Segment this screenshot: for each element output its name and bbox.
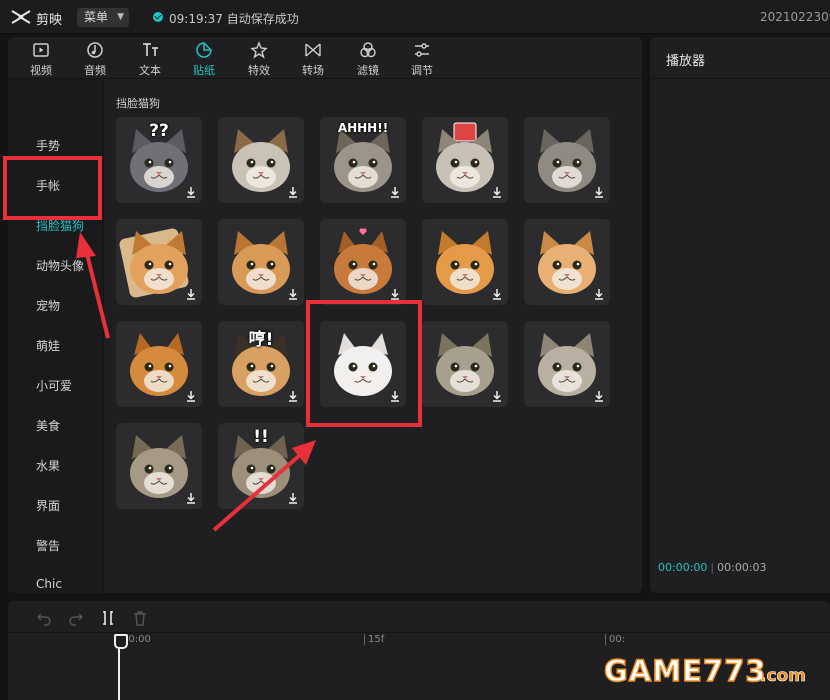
tab-effects[interactable]: 特效	[234, 40, 284, 78]
sticker-tile[interactable]	[524, 117, 610, 203]
sticker-tile[interactable]	[218, 117, 304, 203]
download-icon[interactable]	[592, 185, 606, 199]
sidebar-item-category[interactable]: 动物头像	[36, 257, 84, 274]
sticker-tile[interactable]	[422, 219, 508, 305]
download-icon[interactable]	[286, 287, 300, 301]
sticker-tile[interactable]	[218, 219, 304, 305]
text-icon	[143, 43, 158, 56]
watermark-domain: .com	[760, 666, 807, 687]
split-icon[interactable]	[100, 610, 116, 626]
undo-icon[interactable]	[36, 610, 52, 626]
sticker-tile[interactable]	[524, 219, 610, 305]
download-icon[interactable]	[490, 287, 504, 301]
download-icon[interactable]	[184, 185, 198, 199]
tab-label: 视频	[30, 64, 52, 77]
download-icon[interactable]	[388, 287, 402, 301]
check-circle-icon	[153, 12, 163, 22]
chevron-down-icon: ▼	[117, 12, 124, 22]
delete-icon[interactable]	[132, 610, 148, 626]
tab-label: 特效	[248, 64, 270, 77]
download-icon[interactable]	[286, 185, 300, 199]
tab-label: 转场	[302, 64, 324, 77]
download-icon[interactable]	[184, 389, 198, 403]
sticker-tile[interactable]	[116, 321, 202, 407]
sticker-tile[interactable]	[422, 321, 508, 407]
autosave-status: 09:19:37 自动保存成功	[169, 12, 299, 26]
sticker-caption: 哼!	[248, 330, 274, 350]
title-bar: 剪映 菜单 ▼ 09:19:37 自动保存成功 2021022309	[0, 0, 830, 34]
player-panel: 播放器 00:00:00 | 00:00:03	[650, 37, 830, 593]
sidebar-item-category[interactable]: 界面	[36, 497, 60, 514]
tab-sticker[interactable]: 贴纸	[179, 40, 229, 78]
sidebar-item-category[interactable]: Chic	[36, 577, 62, 591]
project-name: 2021022309	[760, 10, 830, 24]
sticker-tile[interactable]: !!	[218, 423, 304, 509]
sticker-tile[interactable]	[524, 321, 610, 407]
tab-transition[interactable]: 转场	[288, 40, 338, 78]
watermark-text: GAME773	[603, 653, 767, 689]
effects-icon	[250, 41, 268, 59]
sticker-caption: ??	[149, 121, 169, 141]
current-time: 00:00:00	[658, 561, 708, 574]
download-icon[interactable]	[592, 287, 606, 301]
tab-adjust[interactable]: 调节	[397, 40, 447, 78]
download-icon[interactable]	[490, 389, 504, 403]
sticker-tile[interactable]: AHHH!!	[320, 117, 406, 203]
tab-filter[interactable]: 滤镜	[343, 40, 393, 78]
tab-audio[interactable]: 音频	[70, 40, 120, 78]
sticker-tile[interactable]	[116, 423, 202, 509]
menu-button[interactable]: 菜单 ▼	[77, 8, 129, 27]
sticker-tile[interactable]	[116, 219, 202, 305]
redo-icon[interactable]	[68, 610, 84, 626]
tab-text[interactable]: 文本	[125, 40, 175, 78]
annotation-box-sticker	[306, 300, 422, 427]
tab-label: 文本	[139, 64, 161, 77]
timeline-ruler[interactable]: 00:00 15f 00:	[8, 632, 830, 648]
tab-label: 音频	[84, 64, 106, 77]
sticker-tile[interactable]	[320, 219, 406, 305]
ruler-label: 15f	[364, 634, 384, 645]
sticker-tile[interactable]	[422, 117, 508, 203]
ruler-label: 00:	[605, 634, 625, 645]
download-icon[interactable]	[184, 491, 198, 505]
playhead[interactable]	[114, 634, 128, 700]
download-icon[interactable]	[490, 185, 504, 199]
annotation-box-category	[3, 156, 102, 220]
adjust-icon	[415, 43, 429, 57]
capcut-logo-icon	[11, 10, 31, 24]
filter-icon	[360, 42, 376, 58]
total-time: 00:00:03	[717, 561, 767, 574]
sidebar-item-category[interactable]: 萌娃	[36, 337, 60, 354]
player-title: 播放器	[650, 37, 830, 79]
section-title: 挡脸猫狗	[116, 97, 160, 110]
sidebar-item-category[interactable]: 警告	[36, 537, 60, 554]
player-timecode: 00:00:00 | 00:00:03	[658, 561, 767, 574]
resource-tabs: 视频 音频 文本 贴纸 特效 转场 滤镜 调节	[8, 37, 642, 79]
tab-label: 调节	[411, 64, 433, 77]
download-icon[interactable]	[592, 389, 606, 403]
sticker-tile[interactable]: 哼!	[218, 321, 304, 407]
sidebar-item-category[interactable]: 小可爱	[36, 377, 72, 394]
download-icon[interactable]	[286, 389, 300, 403]
transition-icon	[305, 43, 321, 57]
sidebar-item-category[interactable]: 水果	[36, 457, 60, 474]
sidebar-item-category[interactable]: 美食	[36, 417, 60, 434]
sticker-tile[interactable]: ??	[116, 117, 202, 203]
audio-icon	[87, 42, 103, 58]
download-icon[interactable]	[184, 287, 198, 301]
sidebar-item-category[interactable]: 宠物	[36, 297, 60, 314]
download-icon[interactable]	[286, 491, 300, 505]
sticker-icon	[196, 42, 212, 58]
video-icon	[33, 43, 49, 57]
sticker-caption: AHHH!!	[337, 121, 389, 135]
sticker-caption: !!	[253, 427, 269, 447]
tab-video[interactable]: 视频	[16, 40, 66, 78]
download-icon[interactable]	[388, 185, 402, 199]
tab-label: 滤镜	[357, 64, 379, 77]
sidebar-item-category[interactable]: 手势	[36, 137, 60, 154]
menu-label: 菜单	[84, 10, 109, 24]
app-name: 剪映	[36, 13, 63, 28]
tab-label: 贴纸	[193, 64, 215, 77]
